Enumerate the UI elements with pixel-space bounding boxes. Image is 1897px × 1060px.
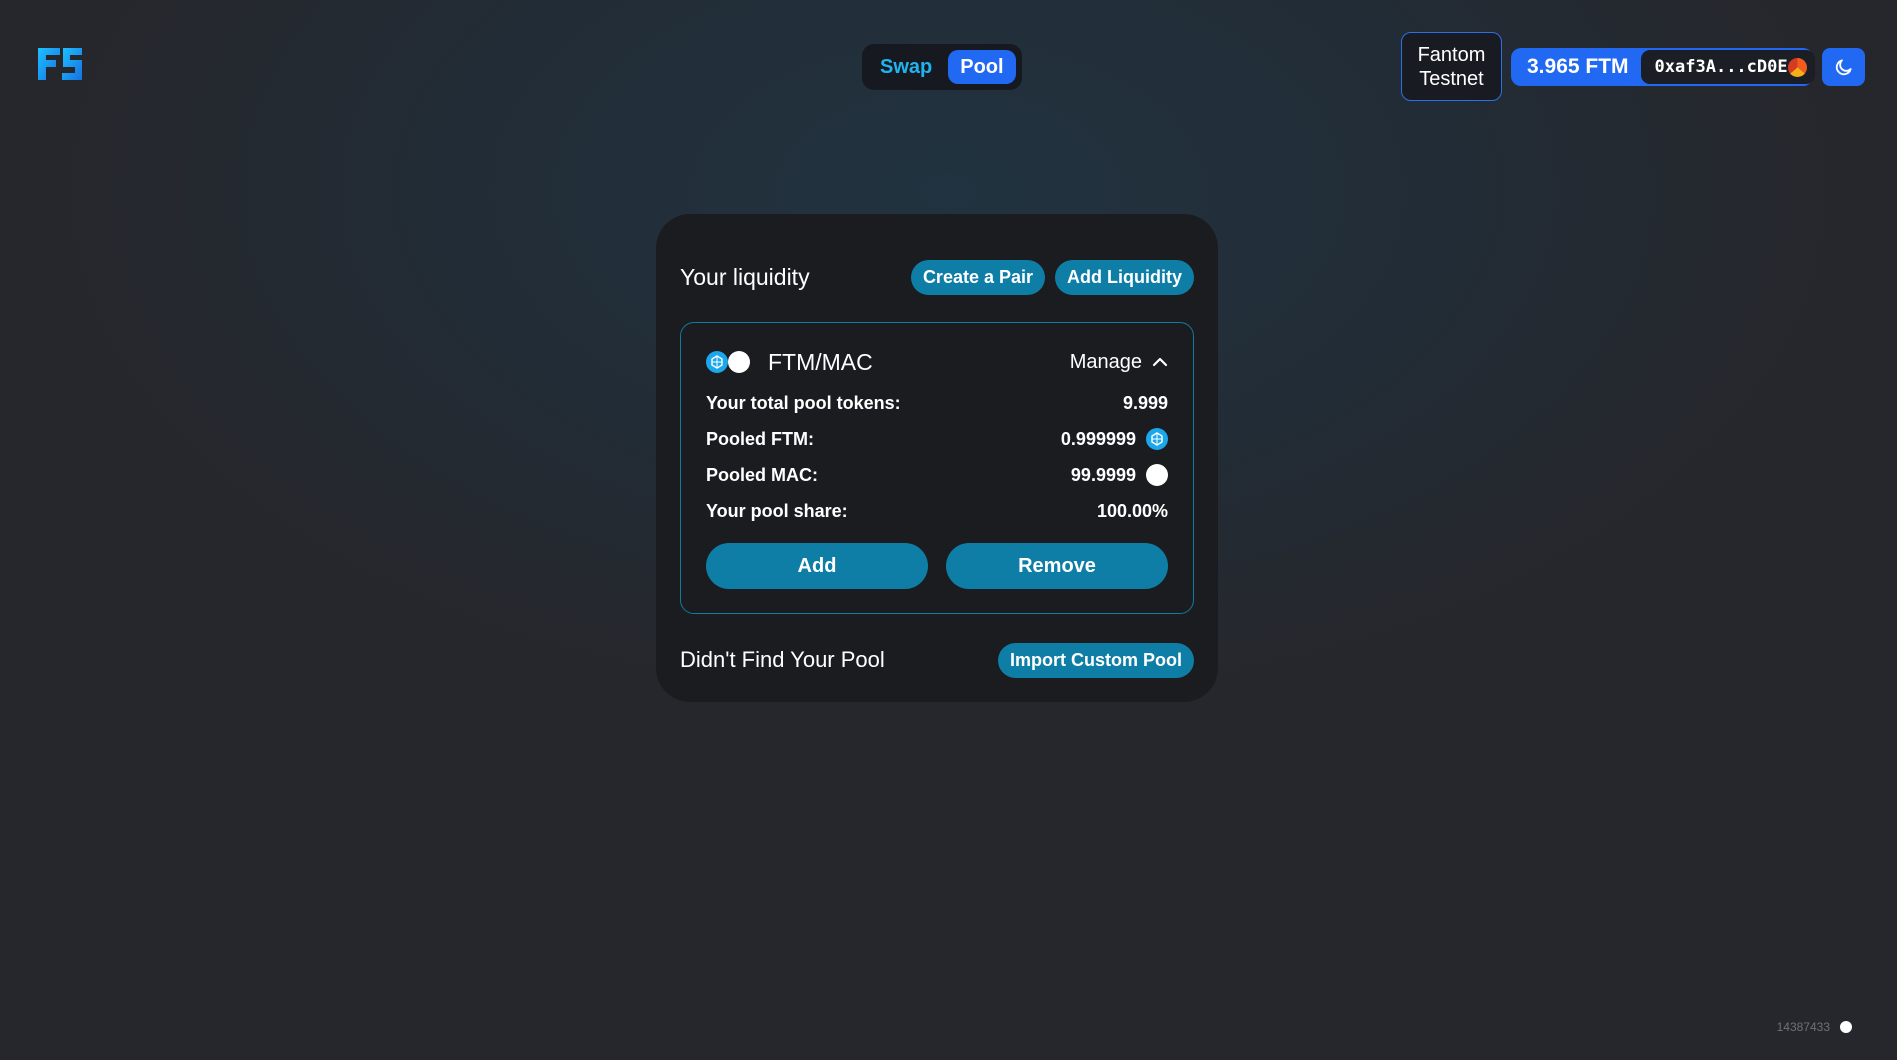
fs-logo-icon[interactable] <box>36 44 84 84</box>
block-status: 14387433 <box>1777 1020 1852 1034</box>
wallet-address: 0xaf3A...cD0E <box>1654 57 1788 77</box>
block-number: 14387433 <box>1776 1020 1830 1034</box>
pool-share-label: Your pool share: <box>706 500 848 521</box>
import-custom-pool-button[interactable]: Import Custom Pool <box>998 642 1194 678</box>
didnt-find-pool-text: Didn't Find Your Pool <box>680 647 885 672</box>
wallet-address-pill[interactable]: 0xaf3A...cD0E <box>1640 50 1815 84</box>
moon-icon <box>1835 59 1852 76</box>
pool-share-row: Your pool share: 100.00% <box>706 499 1168 523</box>
theme-toggle-button[interactable] <box>1822 48 1865 86</box>
pooled-mac-row: Pooled MAC: 99.9999 <box>706 463 1168 487</box>
mac-token-icon <box>1146 464 1168 486</box>
liquidity-header: Your liquidity Create a Pair Add Liquidi… <box>680 259 1194 295</box>
pool-position-header: FTM/MAC Manage <box>706 343 1168 381</box>
liquidity-card: Your liquidity Create a Pair Add Liquidi… <box>656 214 1218 702</box>
pooled-mac-label: Pooled MAC: <box>706 464 818 485</box>
wallet-button[interactable]: 3.965 FTM 0xaf3A...cD0E <box>1511 48 1815 86</box>
pool-tokens-value: 9.999 <box>1122 392 1168 413</box>
tab-swap[interactable]: Swap <box>868 50 944 84</box>
pool-position-card: FTM/MAC Manage Your total pool tokens: 9… <box>680 322 1194 614</box>
ftm-token-icon <box>706 351 728 373</box>
tab-pool[interactable]: Pool <box>948 50 1016 84</box>
remove-button[interactable]: Remove <box>946 543 1168 589</box>
mac-token-icon <box>728 351 750 373</box>
pool-pair-name: FTM/MAC <box>768 348 873 375</box>
add-button[interactable]: Add <box>706 543 928 589</box>
network-name-line2: Testnet <box>1419 67 1484 90</box>
pooled-mac-value: 99.9999 <box>1070 464 1136 485</box>
pool-tokens-label: Your total pool tokens: <box>706 392 901 413</box>
status-dot-icon <box>1840 1021 1852 1033</box>
ftm-token-icon <box>1146 428 1168 450</box>
pair-icons <box>706 351 752 373</box>
liquidity-title: Your liquidity <box>680 263 810 290</box>
create-pair-button[interactable]: Create a Pair <box>910 259 1046 295</box>
network-name-line1: Fantom <box>1417 43 1486 66</box>
wallet-balance: 3.965 FTM <box>1527 55 1629 78</box>
chevron-up-icon <box>1152 357 1168 367</box>
import-pool-section: Didn't Find Your Pool Import Custom Pool <box>680 641 1194 679</box>
pool-tokens-row: Your total pool tokens: 9.999 <box>706 391 1168 415</box>
wallet-avatar-icon <box>1787 57 1807 77</box>
pool-pair: FTM/MAC <box>706 349 873 376</box>
pooled-ftm-value: 0.999999 <box>1060 428 1136 449</box>
manage-label: Manage <box>1069 350 1142 373</box>
nav-tabs: Swap Pool <box>862 44 1022 90</box>
pooled-ftm-label: Pooled FTM: <box>706 428 814 449</box>
pooled-ftm-row: Pooled FTM: 0.999999 <box>706 427 1168 451</box>
pool-share-value: 100.00% <box>1096 500 1168 521</box>
network-selector[interactable]: Fantom Testnet <box>1401 32 1502 101</box>
manage-toggle[interactable]: Manage <box>1070 351 1168 374</box>
pool-actions: Add Remove <box>706 543 1168 589</box>
add-liquidity-button[interactable]: Add Liquidity <box>1055 259 1194 295</box>
